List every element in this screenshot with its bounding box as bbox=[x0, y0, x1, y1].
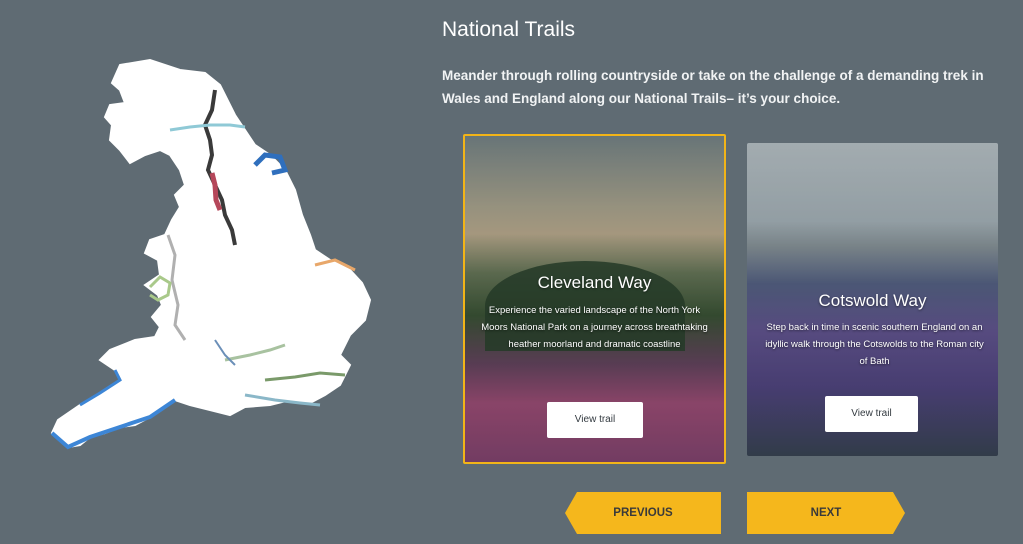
trail-card-cleveland-way[interactable]: Cleveland Way Experience the varied land… bbox=[463, 134, 726, 464]
map-landmass bbox=[50, 58, 372, 449]
previous-button[interactable]: PREVIOUS bbox=[565, 492, 721, 534]
section-intro: Meander through rolling countryside or t… bbox=[442, 68, 984, 106]
view-trail-button[interactable]: View trail bbox=[547, 402, 643, 438]
section-title: National Trails bbox=[442, 18, 576, 41]
card-description: Step back in time in scenic southern Eng… bbox=[765, 322, 984, 367]
card-description: Experience the varied landscape of the N… bbox=[481, 305, 708, 350]
trail-card-cotswold-way[interactable]: Cotswold Way Step back in time in scenic… bbox=[747, 143, 998, 456]
england-wales-map bbox=[50, 58, 372, 450]
card-title: Cotswold Way bbox=[818, 291, 927, 310]
trails-map[interactable] bbox=[40, 55, 380, 455]
card-title: Cleveland Way bbox=[537, 273, 652, 292]
view-trail-button[interactable]: View trail bbox=[825, 396, 918, 432]
next-button[interactable]: NEXT bbox=[747, 492, 905, 534]
